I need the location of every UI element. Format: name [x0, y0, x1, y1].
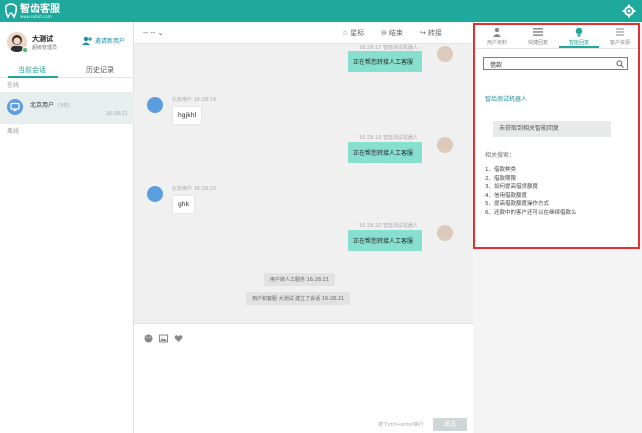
offline-section-header: 离线: [7, 128, 20, 135]
input-hint: 按下ctrl+enter换行: [378, 422, 424, 428]
online-status-dot: [22, 47, 28, 53]
customer-message: ghk: [172, 195, 196, 214]
chat-panel: -- -- ⌄ ☆ 星标 ⊖ 结束 ↪ 转接 16:28:17 智能测试机器人 正在帮…: [134, 22, 473, 433]
transfer-icon: ↪: [420, 29, 426, 37]
tab-history[interactable]: 历史记录: [86, 65, 114, 75]
add-user-icon: [82, 36, 92, 45]
agent-name: 大测试: [32, 35, 53, 43]
related-search-item[interactable]: 1、借款种类: [485, 166, 577, 175]
heart-icon[interactable]: [174, 334, 183, 343]
session-tabs: 当前会话 历史记录: [0, 62, 134, 78]
tab-divider: [475, 48, 638, 49]
agent-avatar-small: [437, 225, 453, 241]
system-message: 用户和客服 大测试 建立了会话 16:28:21: [246, 292, 351, 305]
tooth-logo-icon: [5, 3, 17, 19]
right-panel: 用户资料 快捷回复 智能回复 客户资源 借款 智齿测试机器人 未获取到相关智能回…: [473, 22, 642, 433]
chevron-down-icon: ⌄: [157, 29, 164, 37]
tab-user-info[interactable]: 用户资料: [477, 27, 517, 46]
customer-avatar-small: [147, 186, 163, 202]
customer-message-meta: 北京用户 16:28:20: [172, 186, 217, 192]
customer-message-count: (3句): [58, 103, 71, 109]
tab-customer-resources[interactable]: 客户资源: [600, 27, 640, 46]
agent-avatar-small: [437, 46, 453, 62]
smart-reply-panel: 用户资料 快捷回复 智能回复 客户资源 借款 智齿测试机器人 未获取到相关智能回…: [473, 23, 640, 249]
invite-user-button[interactable]: 邀请新用户: [82, 36, 125, 45]
customer-list-item[interactable]: 北京用户 (3句) 16:28:21: [0, 92, 134, 124]
tab-smart-reply[interactable]: 智能回复: [559, 27, 599, 46]
agent-message-meta: 16:28:20 智能测试机器人: [359, 223, 419, 229]
gear-icon[interactable]: [622, 4, 636, 18]
message-input-area[interactable]: 按下ctrl+enter换行 发送: [134, 323, 473, 433]
tab-current-sessions[interactable]: 当前会话: [18, 65, 46, 75]
end-session-icon: ⊖: [381, 29, 387, 37]
menu-icon: [616, 28, 624, 36]
customer-name: 北京用户 (3句): [30, 102, 71, 109]
customer-message: hgjkhl: [172, 106, 203, 125]
bot-name: 智齿测试机器人: [485, 96, 528, 103]
left-panel: 大测试 超级管理员 邀请新用户 当前会话 历史记录 在线 北京用户 (3句) 16…: [0, 22, 134, 433]
online-section-header: 在线: [7, 82, 20, 89]
end-session-button[interactable]: ⊖ 结束: [381, 28, 403, 38]
customer-avatar-small: [147, 97, 163, 113]
customer-time: 16:28:21: [105, 111, 128, 117]
emoji-icon[interactable]: [144, 334, 153, 343]
agent-role: 超级管理员: [32, 45, 58, 51]
related-search-item[interactable]: 6、还款中的客户还可以在继续借款么: [485, 209, 577, 218]
related-search-item[interactable]: 3、如何提高借贷额度: [485, 183, 577, 192]
tab-quick-reply[interactable]: 快捷回复: [518, 27, 558, 46]
related-search-item[interactable]: 2、借款期限: [485, 175, 577, 184]
agent-message: 正在帮您转接人工客服: [348, 51, 422, 72]
session-select[interactable]: -- -- ⌄: [143, 29, 163, 37]
customer-avatar: [7, 99, 23, 115]
chat-toolbar: -- -- ⌄ ☆ 星标 ⊖ 结束 ↪ 转接: [134, 22, 473, 44]
user-icon: [493, 27, 501, 37]
app-subtitle: www.sobot.com: [20, 14, 52, 19]
list-icon: [533, 28, 543, 36]
agent-avatar-small: [437, 137, 453, 153]
top-bar: 智齿客服 www.sobot.com: [0, 0, 642, 22]
send-button[interactable]: 发送: [433, 418, 467, 431]
no-match-message: 未获取到相关智能回复: [493, 121, 611, 137]
system-message: 用户转人工服务 16:28:21: [264, 273, 336, 286]
related-search-item[interactable]: 5、提高借款额度操作方式: [485, 200, 577, 209]
smart-search-input[interactable]: 借款: [483, 57, 628, 70]
related-search-title: 相关搜索：: [485, 152, 516, 159]
monitor-icon: [10, 102, 20, 112]
related-search-item[interactable]: 4、信用借款额度: [485, 192, 577, 201]
agent-message: 正在帮您转接人工客服: [348, 142, 422, 163]
agent-message-meta: 16:28:17 智能测试机器人: [359, 45, 419, 51]
search-icon[interactable]: [616, 60, 624, 68]
star-button[interactable]: ☆ 星标: [342, 28, 364, 38]
agent-message: 正在帮您转接人工客服: [348, 230, 422, 251]
active-tab-indicator: [8, 76, 58, 78]
star-icon: ☆: [342, 29, 349, 37]
agent-message-meta: 16:28:19 智能测试机器人: [359, 135, 419, 141]
invite-label: 邀请新用户: [95, 38, 126, 45]
lightbulb-icon: [575, 27, 583, 37]
transfer-button[interactable]: ↪ 转接: [420, 28, 442, 38]
related-search-list: 1、借款种类 2、借款期限 3、如何提高借贷额度 4、信用借款额度 5、提高借款…: [485, 166, 577, 218]
image-icon[interactable]: [159, 334, 168, 343]
customer-message-meta: 北京用户 16:28:19: [172, 97, 217, 103]
